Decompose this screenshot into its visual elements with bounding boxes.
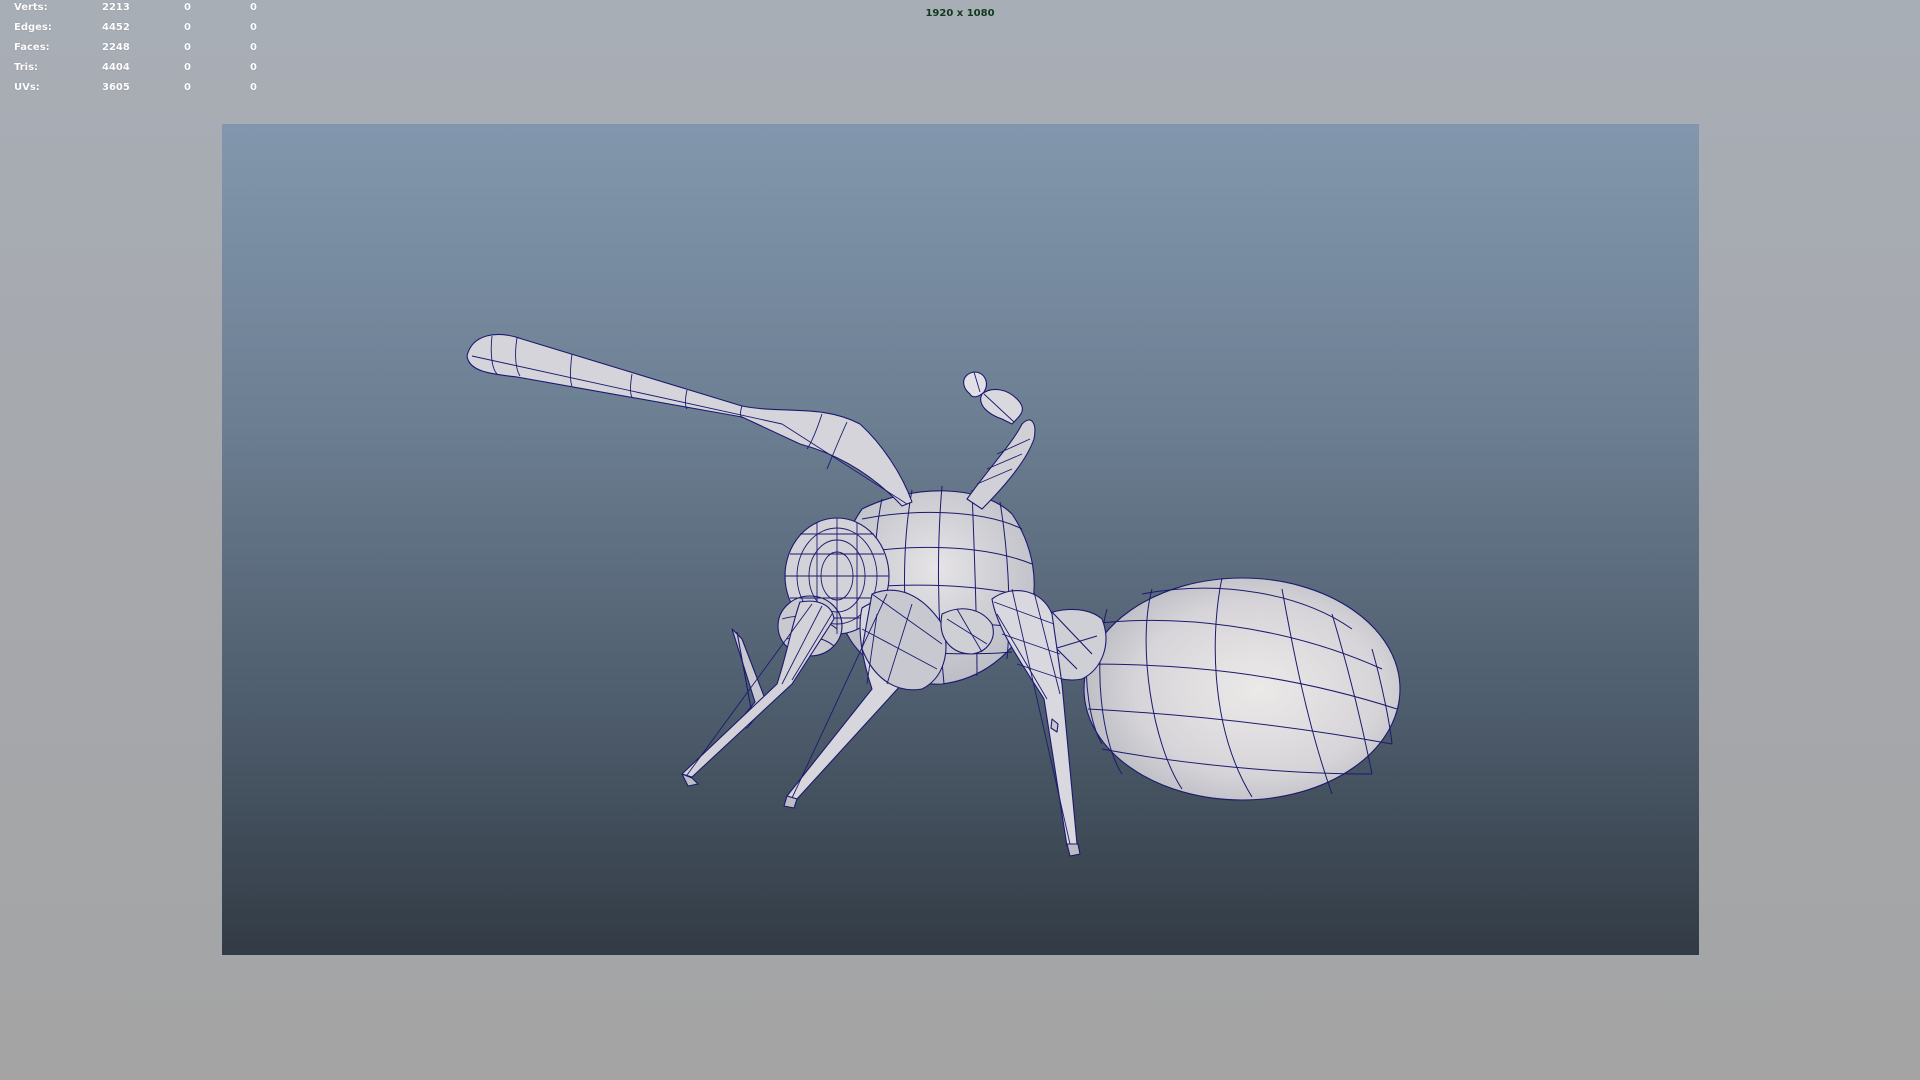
stat-label: UVs: xyxy=(14,82,40,93)
stat-extra: 0 xyxy=(250,82,257,93)
stat-selected: 0 xyxy=(184,42,191,53)
stat-total: 4452 xyxy=(102,22,130,33)
stat-total: 4404 xyxy=(102,62,130,73)
stat-total: 3605 xyxy=(102,82,130,93)
stat-selected: 0 xyxy=(184,22,191,33)
ant-abdomen xyxy=(1083,577,1401,801)
stat-label: Faces: xyxy=(14,42,50,53)
ant-wireframe-model[interactable] xyxy=(222,124,1699,955)
stat-label: Tris: xyxy=(14,62,39,73)
stat-extra: 0 xyxy=(250,42,257,53)
stat-extra: 0 xyxy=(250,62,257,73)
stat-selected: 0 xyxy=(184,62,191,73)
stat-total: 2248 xyxy=(102,42,130,53)
stat-selected: 0 xyxy=(184,82,191,93)
stat-extra: 0 xyxy=(250,22,257,33)
resolution-gate-label: 1920 x 1080 xyxy=(925,8,995,19)
ant-antenna-right xyxy=(963,371,1036,510)
ant-antenna-left xyxy=(466,333,913,507)
viewport-3d[interactable] xyxy=(222,124,1699,955)
stat-label: Edges: xyxy=(14,22,52,33)
